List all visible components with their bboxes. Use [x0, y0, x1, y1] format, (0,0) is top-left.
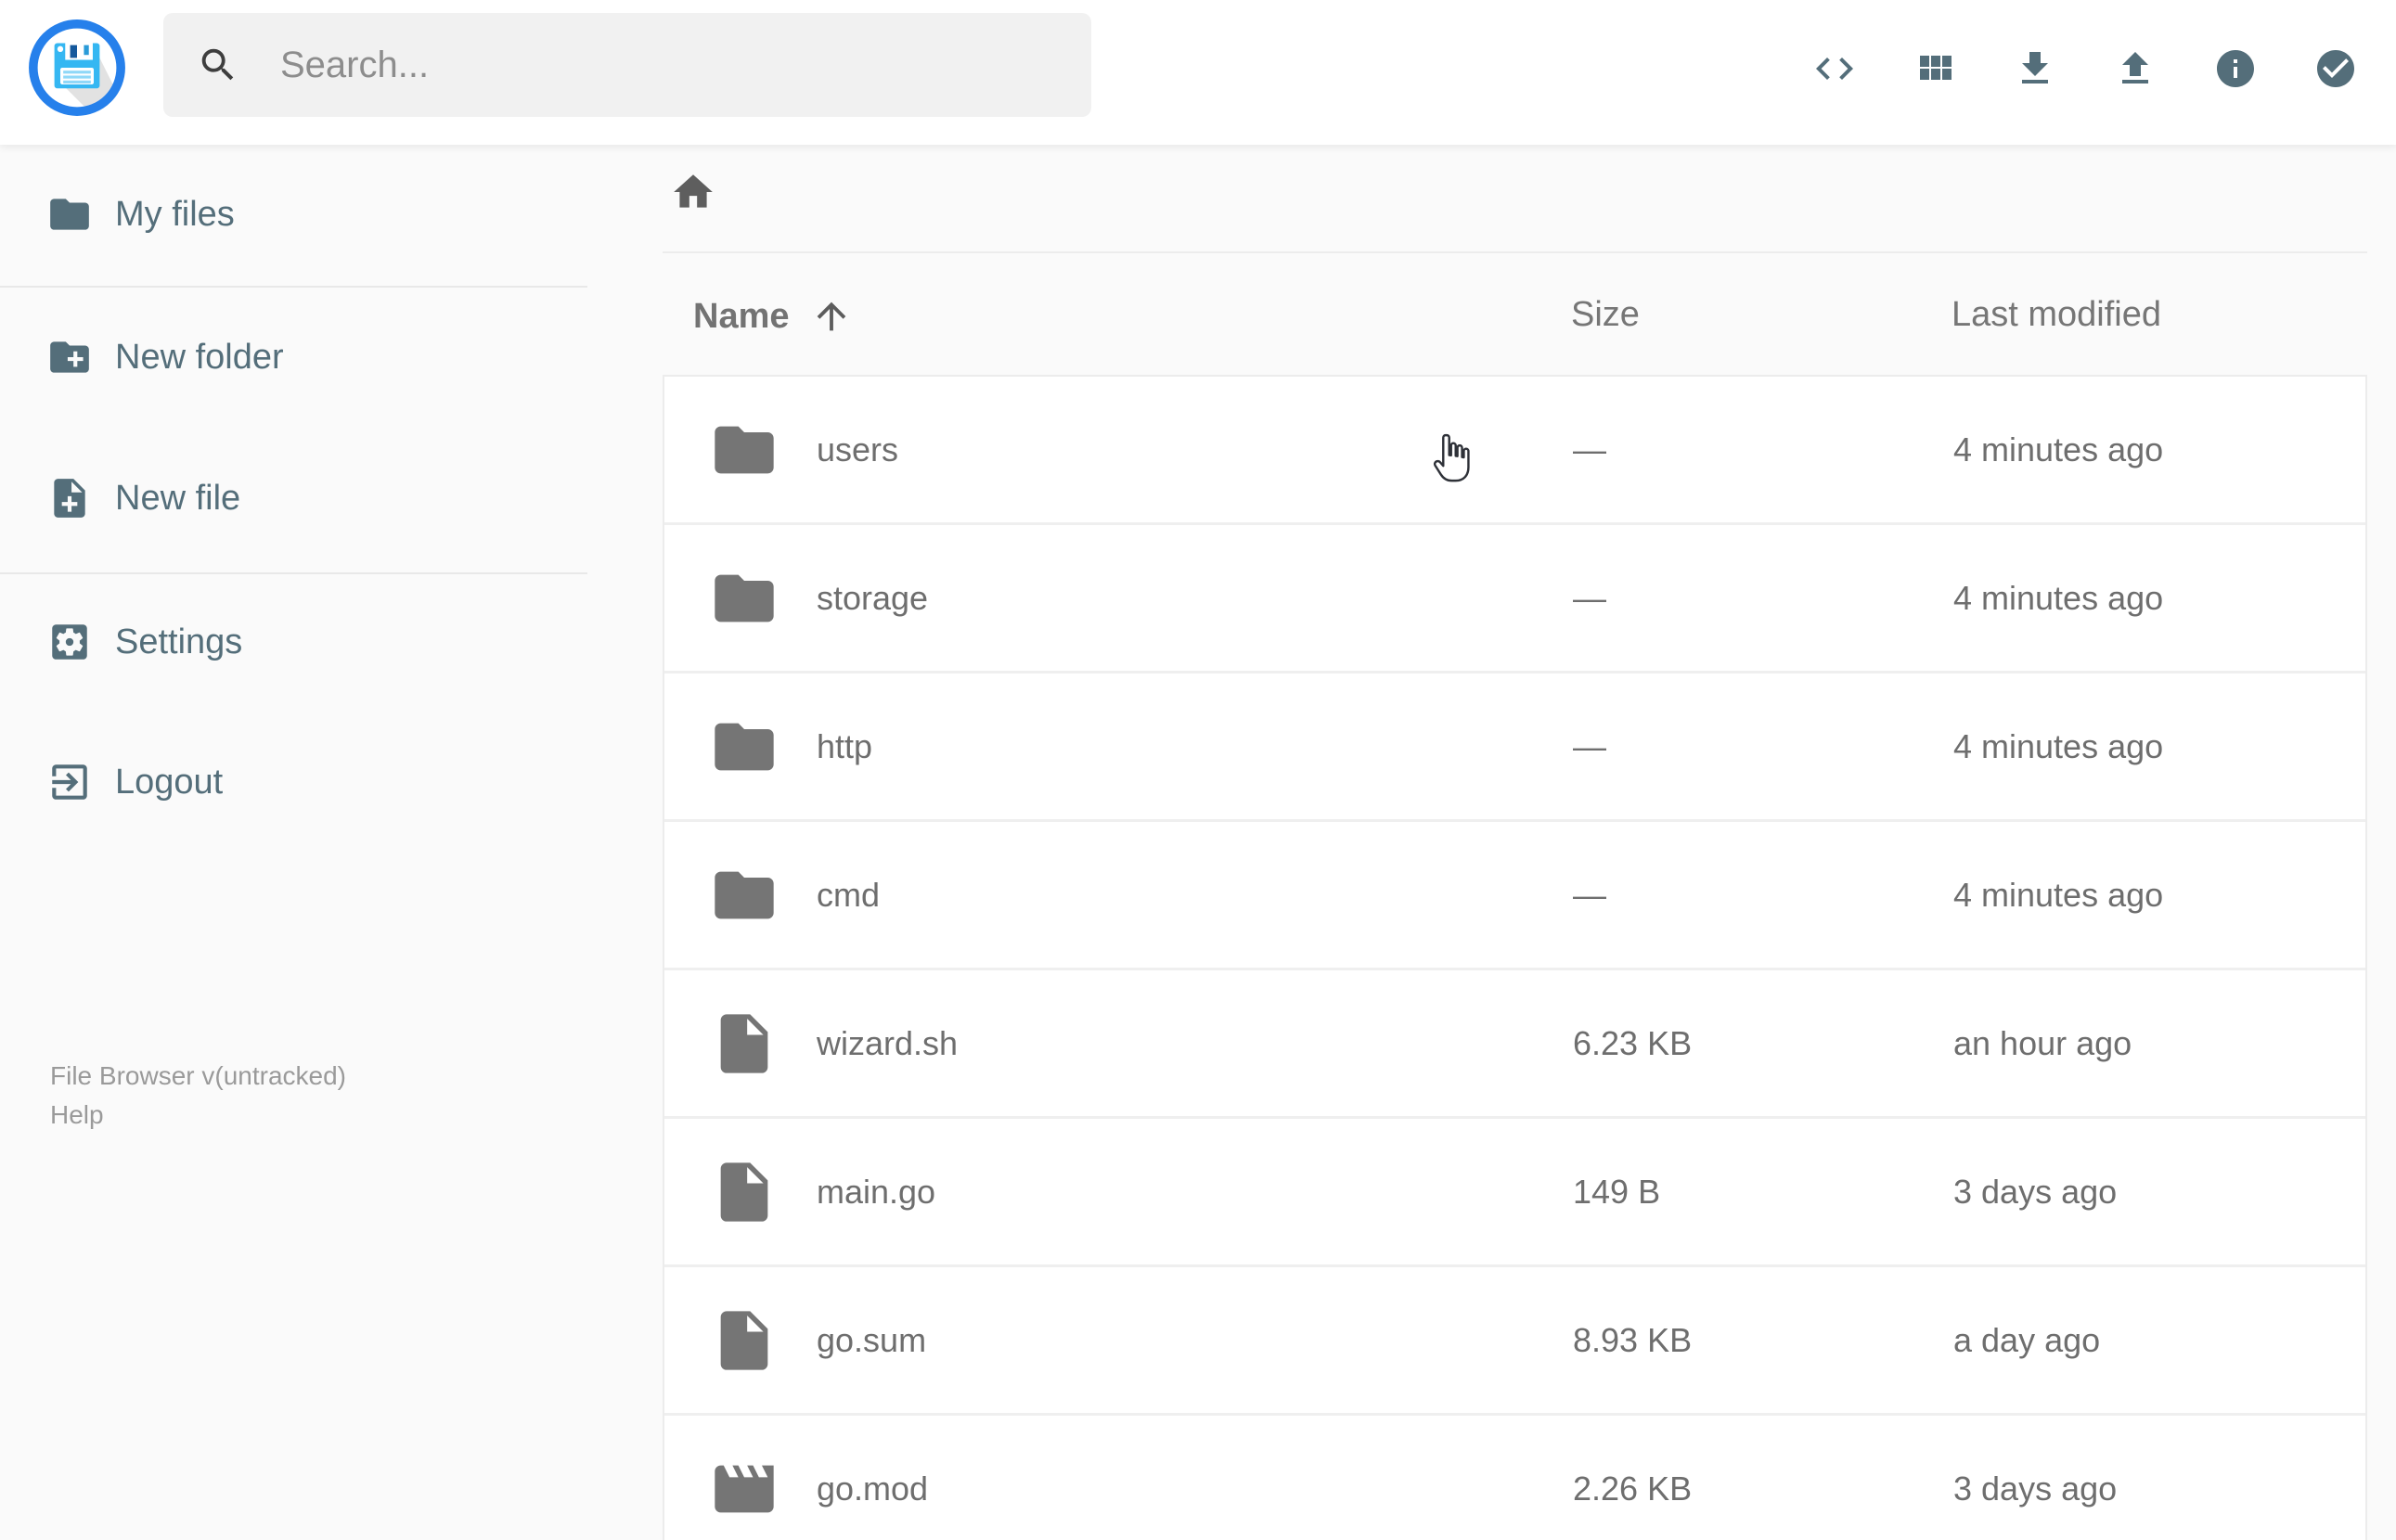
- file-modified: a day ago: [1953, 1320, 2101, 1359]
- upload-button[interactable]: [2113, 46, 2158, 91]
- file-size: —: [1573, 430, 1606, 468]
- file-name: cmd: [817, 875, 881, 914]
- header-toolbar: [1812, 46, 2358, 91]
- file-row[interactable]: users — 4 minutes ago: [664, 377, 2365, 525]
- sidebar-item-label: New folder: [115, 337, 284, 377]
- info-button[interactable]: [2213, 46, 2258, 91]
- sidebar-item-new-folder[interactable]: New folder: [0, 324, 587, 391]
- help-link[interactable]: Help: [50, 1098, 104, 1132]
- file-name: users: [817, 430, 899, 468]
- download-button[interactable]: [2013, 46, 2057, 91]
- breadcrumb-home-button[interactable]: [670, 169, 716, 215]
- home-icon: [674, 174, 713, 208]
- sidebar: My files New folder New file Settings Lo…: [0, 145, 587, 1540]
- select-multiple-button[interactable]: [2313, 46, 2358, 91]
- upload-icon: [2122, 52, 2148, 83]
- column-header-name-label: Name: [693, 296, 790, 336]
- file-size: 2.26 KB: [1573, 1469, 1693, 1508]
- file-modified: 4 minutes ago: [1953, 578, 2164, 617]
- sidebar-divider: [0, 286, 587, 288]
- grid-view-icon: [1920, 56, 1952, 80]
- file-row[interactable]: go.sum 8.93 KB a day ago: [664, 1267, 2365, 1416]
- info-icon: [2217, 50, 2254, 87]
- file-row[interactable]: storage — 4 minutes ago: [664, 525, 2365, 674]
- sidebar-footer: File Browser v(untracked) Help: [50, 1059, 346, 1132]
- settings-gear-icon: [52, 624, 87, 660]
- download-icon: [2022, 52, 2048, 83]
- file-modified: 3 days ago: [1953, 1469, 2118, 1508]
- file-size: —: [1573, 875, 1606, 914]
- folder-icon: [715, 871, 774, 918]
- sidebar-item-my-files[interactable]: My files: [0, 181, 587, 248]
- column-header-size[interactable]: Size: [1571, 295, 1640, 335]
- breadcrumb-divider: [663, 251, 2367, 253]
- file-name: main.go: [817, 1172, 936, 1211]
- search-bar: [163, 13, 1091, 117]
- new-file-icon: [54, 479, 85, 518]
- file-row[interactable]: http — 4 minutes ago: [664, 674, 2365, 822]
- logout-icon: [52, 764, 87, 800]
- folder-icon: [715, 574, 774, 622]
- folder-icon: [715, 723, 774, 770]
- check-circle-icon: [2317, 50, 2354, 87]
- column-header-last-modified[interactable]: Last modified: [1952, 295, 2161, 335]
- create-new-folder-icon: [50, 341, 89, 373]
- search-input[interactable]: [280, 44, 1058, 86]
- app-header: [0, 0, 2396, 145]
- sidebar-item-label: New file: [115, 478, 241, 518]
- file-size: —: [1573, 726, 1606, 765]
- sidebar-item-label: Logout: [115, 762, 224, 802]
- file-icon: [720, 1013, 768, 1073]
- column-header-name[interactable]: Name: [693, 295, 853, 338]
- sidebar-item-settings[interactable]: Settings: [0, 609, 587, 675]
- file-row[interactable]: go.mod 2.26 KB 3 days ago: [664, 1416, 2365, 1540]
- file-modified: 3 days ago: [1953, 1172, 2118, 1211]
- search-icon[interactable]: [197, 44, 239, 86]
- sidebar-divider: [0, 572, 587, 574]
- file-modified: an hour ago: [1953, 1023, 2132, 1062]
- filebrowser-logo-icon: [28, 19, 126, 117]
- folder-icon: [50, 199, 89, 230]
- file-name: wizard.sh: [817, 1023, 959, 1062]
- file-row[interactable]: cmd — 4 minutes ago: [664, 822, 2365, 970]
- app-version-text: File Browser v(untracked): [50, 1061, 346, 1090]
- file-size: 8.93 KB: [1573, 1320, 1693, 1359]
- file-size: 149 B: [1573, 1172, 1661, 1211]
- file-modified: 4 minutes ago: [1953, 875, 2164, 914]
- file-size: 6.23 KB: [1573, 1023, 1693, 1062]
- code-icon: [1816, 58, 1853, 80]
- folder-icon: [715, 426, 774, 473]
- sidebar-item-new-file[interactable]: New file: [0, 465, 587, 532]
- file-size: —: [1573, 578, 1606, 617]
- grid-view-button[interactable]: [1913, 46, 1957, 91]
- sidebar-item-label: Settings: [115, 622, 243, 661]
- file-name: go.sum: [817, 1320, 927, 1359]
- movie-icon: [715, 1465, 774, 1512]
- file-name: storage: [817, 578, 929, 617]
- file-row[interactable]: wizard.sh 6.23 KB an hour ago: [664, 970, 2365, 1119]
- file-modified: 4 minutes ago: [1953, 726, 2164, 765]
- raw-code-view-button[interactable]: [1812, 46, 1857, 91]
- file-name: http: [817, 726, 873, 765]
- arrow-up-icon: [817, 302, 845, 331]
- file-icon: [720, 1161, 768, 1222]
- file-listing: users — 4 minutes ago storage — 4 minute…: [663, 375, 2367, 1540]
- sidebar-item-label: My files: [115, 194, 235, 234]
- sidebar-item-logout[interactable]: Logout: [0, 749, 587, 815]
- file-modified: 4 minutes ago: [1953, 430, 2164, 468]
- file-row[interactable]: main.go 149 B 3 days ago: [664, 1119, 2365, 1267]
- file-icon: [720, 1310, 768, 1370]
- file-name: go.mod: [817, 1469, 929, 1508]
